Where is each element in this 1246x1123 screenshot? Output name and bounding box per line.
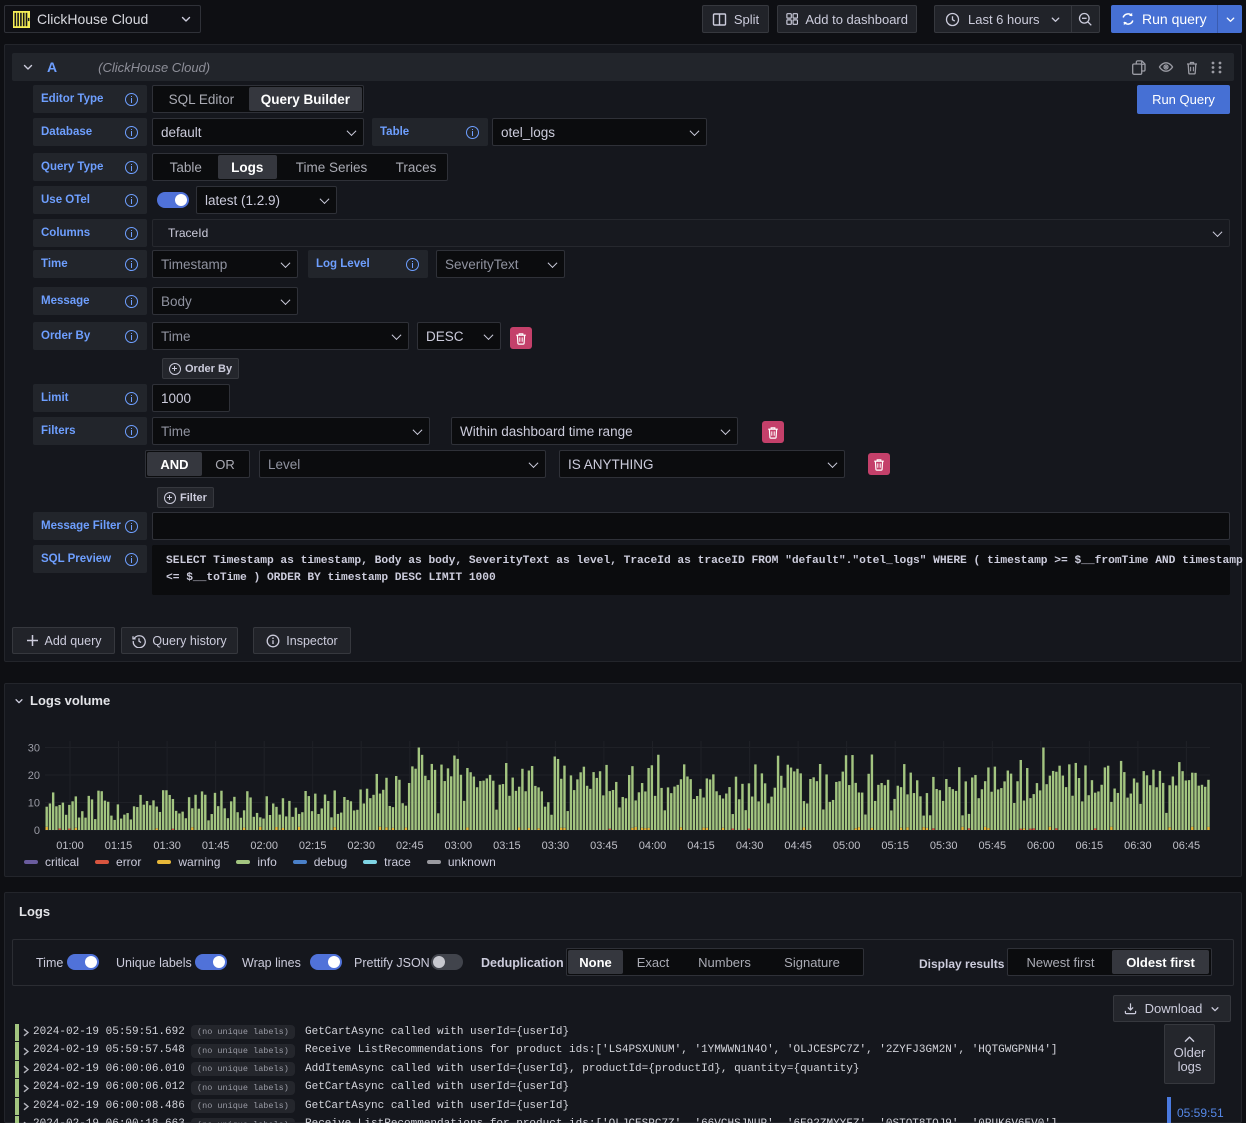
svg-text:06:45: 06:45	[1173, 840, 1201, 852]
svg-text:03:45: 03:45	[590, 840, 618, 852]
svg-text:05:45: 05:45	[979, 840, 1007, 852]
svg-text:02:15: 02:15	[299, 840, 327, 852]
svg-text:03:00: 03:00	[445, 840, 473, 852]
svg-text:10: 10	[28, 798, 40, 810]
svg-text:04:45: 04:45	[784, 840, 812, 852]
svg-text:06:00: 06:00	[1027, 840, 1055, 852]
svg-text:06:15: 06:15	[1076, 840, 1104, 852]
svg-text:02:00: 02:00	[250, 840, 278, 852]
svg-text:30: 30	[28, 743, 40, 755]
svg-text:01:45: 01:45	[202, 840, 230, 852]
svg-text:05:15: 05:15	[881, 840, 909, 852]
svg-text:04:00: 04:00	[639, 840, 667, 852]
svg-text:06:30: 06:30	[1124, 840, 1152, 852]
svg-text:0: 0	[34, 825, 40, 837]
svg-text:01:15: 01:15	[105, 840, 133, 852]
svg-text:04:15: 04:15	[687, 840, 715, 852]
svg-text:05:00: 05:00	[833, 840, 861, 852]
svg-text:04:30: 04:30	[736, 840, 764, 852]
svg-text:02:45: 02:45	[396, 840, 424, 852]
svg-text:05:30: 05:30	[930, 840, 958, 852]
svg-text:03:15: 03:15	[493, 840, 521, 852]
svg-text:01:00: 01:00	[56, 840, 84, 852]
svg-text:03:30: 03:30	[542, 840, 570, 852]
svg-text:01:30: 01:30	[153, 840, 181, 852]
svg-text:20: 20	[28, 770, 40, 782]
svg-text:02:30: 02:30	[347, 840, 375, 852]
